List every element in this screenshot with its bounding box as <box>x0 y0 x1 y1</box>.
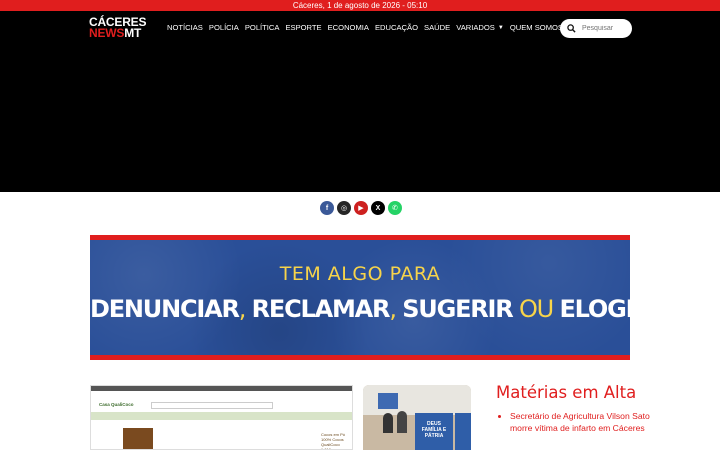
banner-word-sugerir: SUGERIR <box>402 295 514 323</box>
facebook-icon[interactable]: f <box>320 201 334 215</box>
nav-item-economia[interactable]: ECONOMIA <box>328 23 369 32</box>
youtube-icon[interactable]: ▶ <box>354 201 368 215</box>
nav-item-label: POLÍCIA <box>208 23 239 32</box>
nav-item-label: EDUCAÇÃO <box>374 23 419 32</box>
top-date-bar: Cáceres, 1 de agosto de 2026 - 05:10 <box>0 0 720 11</box>
banner-word-elogiar: ELOGIAR? <box>559 295 630 323</box>
logo-mt: MT <box>124 26 142 40</box>
trending-title: Matérias em Alta <box>496 383 637 402</box>
instagram-icon[interactable]: ◎ <box>337 201 351 215</box>
article-thumbnail-2[interactable]: DEUS FAMÍLIA E PÁTRIA <box>363 385 471 450</box>
thumb1-product-title: Cocos em Pó 100% Cocos QualiCoco 1,010g <box>321 432 346 450</box>
nav-item-label: QUEM SOMOS <box>509 23 563 32</box>
nav-item-notícias[interactable]: NOTÍCIAS <box>167 23 203 32</box>
site-header: CÁCERES NEWSMT NOTÍCIAS POLÍCIA POLÍTICA ES… <box>0 11 720 192</box>
nav-item-label: ECONOMIA <box>327 23 369 32</box>
nav-item-saúde[interactable]: SAÚDE <box>424 23 450 32</box>
nav-item-esporte[interactable]: ESPORTE <box>285 23 321 32</box>
nav-item-política[interactable]: POLÍTICA <box>245 23 280 32</box>
social-links: f ◎ ▶ X ✆ <box>320 201 402 215</box>
nav-item-label: POLÍTICA <box>244 23 280 32</box>
search-box[interactable] <box>560 19 632 38</box>
nav-item-label: SAÚDE <box>424 23 451 32</box>
trending-list: Secretário de Agricultura Vilson Sato mo… <box>496 410 660 434</box>
contact-banner[interactable]: TEM ALGO PARA DENUNCIAR, RECLAMAR, SUGER… <box>90 235 630 360</box>
nav-item-label: NOTÍCIAS <box>167 23 203 32</box>
main-nav: NOTÍCIAS POLÍCIA POLÍTICA ESPORTE ECONOMIA ED… <box>167 23 578 32</box>
thumb1-logo: Casa QualiCoco <box>99 402 134 407</box>
logo-news: NEWS <box>89 26 125 40</box>
banner-word-denunciar: DENUNCIAR <box>90 295 240 323</box>
nav-item-polícia[interactable]: POLÍCIA <box>209 23 239 32</box>
trending-item[interactable]: Secretário de Agricultura Vilson Sato mo… <box>510 410 660 434</box>
search-icon[interactable] <box>567 24 576 33</box>
banner-sep3: OU <box>512 295 560 323</box>
nav-item-label: VARIADOS <box>456 23 495 32</box>
whatsapp-icon[interactable]: ✆ <box>388 201 402 215</box>
nav-item-variados[interactable]: VARIADOS ▼ <box>456 23 504 32</box>
x-twitter-icon[interactable]: X <box>371 201 385 215</box>
banner-word-reclamar: RECLAMAR <box>251 295 391 323</box>
search-input[interactable] <box>582 25 628 32</box>
banner-line2: DENUNCIAR, RECLAMAR, SUGERIR OU ELOGIAR? <box>90 295 630 323</box>
thumb2-sign-text: DEUS FAMÍLIA E PÁTRIA <box>421 421 447 439</box>
site-logo[interactable]: CÁCERES NEWSMT <box>89 16 146 40</box>
banner-line1: TEM ALGO PARA <box>279 263 441 285</box>
banner-sep2: , <box>389 295 403 323</box>
article-thumbnail-1[interactable]: Casa QualiCoco Cocos em Pó 100% Cocos Qu… <box>90 385 353 450</box>
chevron-down-icon: ▼ <box>497 24 504 31</box>
banner-sep1: , <box>238 295 252 323</box>
date-time-text: Cáceres, 1 de agosto de 2026 - 05:10 <box>292 1 428 10</box>
thumb1-product-image <box>123 428 153 449</box>
nav-item-label: ESPORTE <box>285 23 322 32</box>
nav-item-educação[interactable]: EDUCAÇÃO <box>375 23 418 32</box>
